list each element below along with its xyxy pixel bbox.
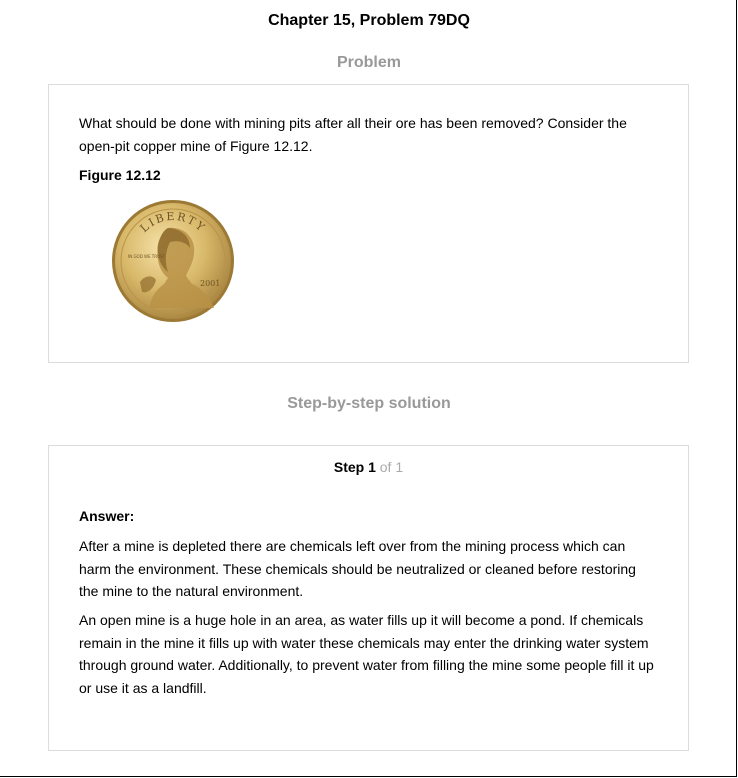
- step-label: Step 1: [333, 459, 376, 475]
- answer-paragraph: An open mine is a huge hole in an area, …: [79, 612, 654, 696]
- step-count: of 1: [379, 459, 404, 475]
- problem-text: What should be done with mining pits aft…: [79, 115, 627, 154]
- step-indicator: Step 1 of 1: [49, 459, 688, 475]
- figure-label: Figure 12.12: [79, 167, 161, 183]
- coin-image: LIBERTY IN GOD WE TRUST 2001: [112, 200, 234, 322]
- problem-card: What should be done with mining pits aft…: [48, 84, 689, 363]
- solution-heading: Step-by-step solution: [287, 395, 451, 412]
- coin-year: 2001: [200, 279, 220, 288]
- problem-heading: Problem: [336, 54, 401, 71]
- page-title: Chapter 15, Problem 79DQ: [268, 12, 470, 29]
- coin-motto: IN GOD WE TRUST: [128, 254, 165, 259]
- solution-card: Step 1 of 1 Answer: After a mine is depl…: [48, 445, 689, 751]
- answer-paragraph: After a mine is depleted there are chemi…: [79, 538, 636, 599]
- answer-label: Answer:: [79, 508, 135, 524]
